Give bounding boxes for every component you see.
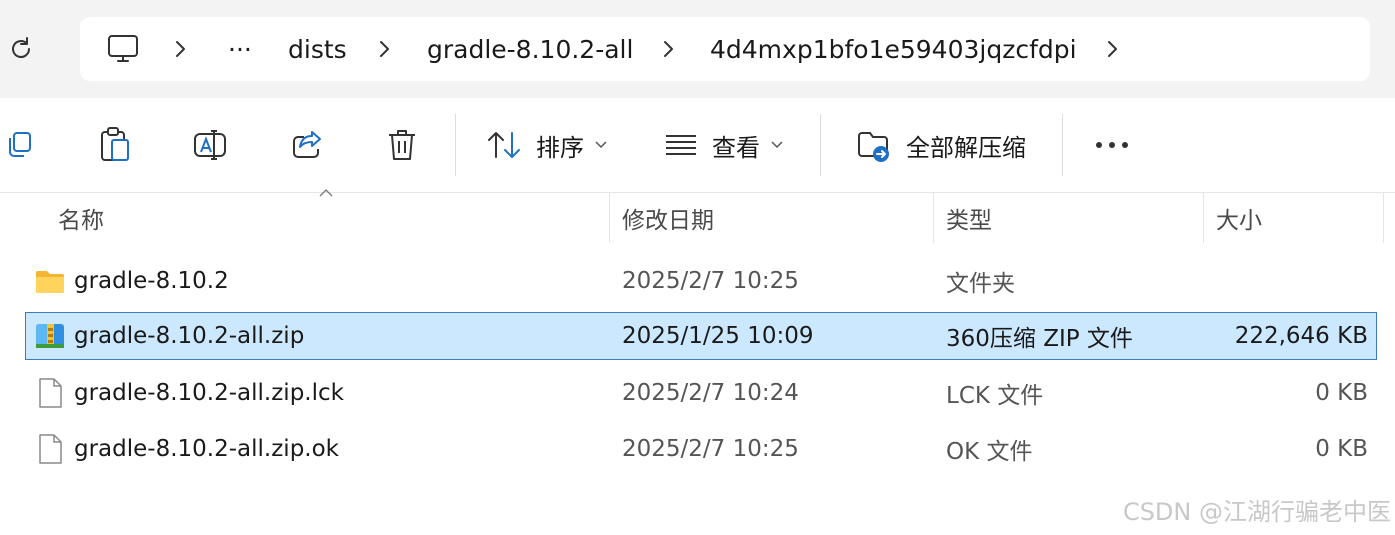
file-name: gradle-8.10.2 [74,268,229,294]
watermark: CSDN @江湖行骗老中医 [1122,498,1391,526]
file-date: 2025/1/25 10:09 [622,323,814,349]
view-label: 查看 [712,133,760,162]
list-view-icon [666,135,696,155]
file-icon [39,434,62,464]
file-date: 2025/2/7 10:25 [622,436,799,462]
monitor-icon [108,35,138,62]
file-type: 360压缩 ZIP 文件 [946,326,1133,352]
column-divider[interactable] [1383,193,1384,243]
file-date: 2025/2/7 10:25 [622,268,799,294]
file-type: 文件夹 [946,271,1015,297]
breadcrumb-chevron-icon[interactable] [378,17,392,81]
file-name: gradle-8.10.2-all.zip [74,323,305,349]
copy-icon [9,132,31,157]
extract-folder-icon [858,132,889,162]
breadcrumb-chevron-icon[interactable] [662,17,676,81]
extract-all-button[interactable]: 全部解压缩 [856,120,1026,170]
column-divider[interactable] [1203,193,1204,243]
sort-arrows-icon [488,132,520,158]
refresh-icon [12,37,30,58]
toolbar-divider [1062,114,1063,176]
breadcrumb-gradle-all[interactable]: gradle-8.10.2-all [427,17,633,81]
this-pc-button[interactable] [106,17,140,81]
command-bar: 排序 查看 全部解压缩 [0,98,1395,193]
trash-icon [389,130,415,160]
clipboard-icon [101,127,129,161]
column-header-type[interactable]: 类型 [946,193,992,243]
view-button[interactable]: 查看 [664,120,784,170]
chevron-down-icon [771,141,783,149]
file-name: gradle-8.10.2-all.zip.lck [74,380,344,406]
zip-archive-icon [36,324,64,348]
column-header-name[interactable]: 名称 [58,193,104,243]
share-button[interactable] [288,120,326,170]
file-type: LCK 文件 [946,383,1044,409]
file-row[interactable]: gradle-8.10.2-all.zip.lck 2025/2/7 10:24… [26,370,1376,416]
address-bar[interactable]: ··· dists gradle-8.10.2-all 4d4mxp1bfo1e… [80,17,1370,81]
file-row[interactable]: gradle-8.10.2 2025/2/7 10:25 文件夹 [26,258,1376,304]
file-row[interactable]: gradle-8.10.2-all.zip.ok 2025/2/7 10:25 … [26,426,1376,472]
breadcrumb-chevron-icon[interactable] [1106,17,1120,81]
column-header-row: 名称 修改日期 类型 大小 [0,193,1395,243]
column-divider[interactable] [609,193,610,243]
delete-button[interactable] [384,120,420,170]
file-size: 222,646 KB [1234,323,1368,349]
file-type: OK 文件 [946,439,1033,465]
file-name: gradle-8.10.2-all.zip.ok [74,436,339,462]
breadcrumb-chevron-icon[interactable] [174,17,188,81]
more-dots-icon [1096,142,1128,148]
sort-button[interactable]: 排序 [486,120,608,170]
copy-button[interactable] [2,120,36,170]
sort-label: 排序 [536,133,584,162]
breadcrumb-overflow[interactable]: ··· [228,17,252,81]
rename-button[interactable] [190,120,230,170]
column-header-size[interactable]: 大小 [1216,193,1262,243]
file-row[interactable]: gradle-8.10.2-all.zip 2025/1/25 10:09 36… [25,312,1377,360]
paste-button[interactable] [96,120,134,170]
share-icon [293,131,321,158]
chevron-down-icon [595,141,607,149]
more-options-button[interactable] [1092,120,1132,170]
extract-all-label: 全部解压缩 [906,133,1026,162]
toolbar-divider [820,114,821,176]
file-size: 0 KB [1315,436,1368,462]
column-header-date[interactable]: 修改日期 [622,193,714,243]
folder-icon [36,271,64,293]
toolbar-divider [455,114,456,176]
file-icon [39,378,62,408]
breadcrumb-hash-folder[interactable]: 4d4mxp1bfo1e59403jqzcfdpi [710,17,1077,81]
file-date: 2025/2/7 10:24 [622,380,799,406]
column-divider[interactable] [933,193,934,243]
breadcrumb-dists[interactable]: dists [288,17,347,81]
rename-icon [194,130,226,160]
file-size: 0 KB [1315,380,1368,406]
refresh-button[interactable] [4,32,38,66]
